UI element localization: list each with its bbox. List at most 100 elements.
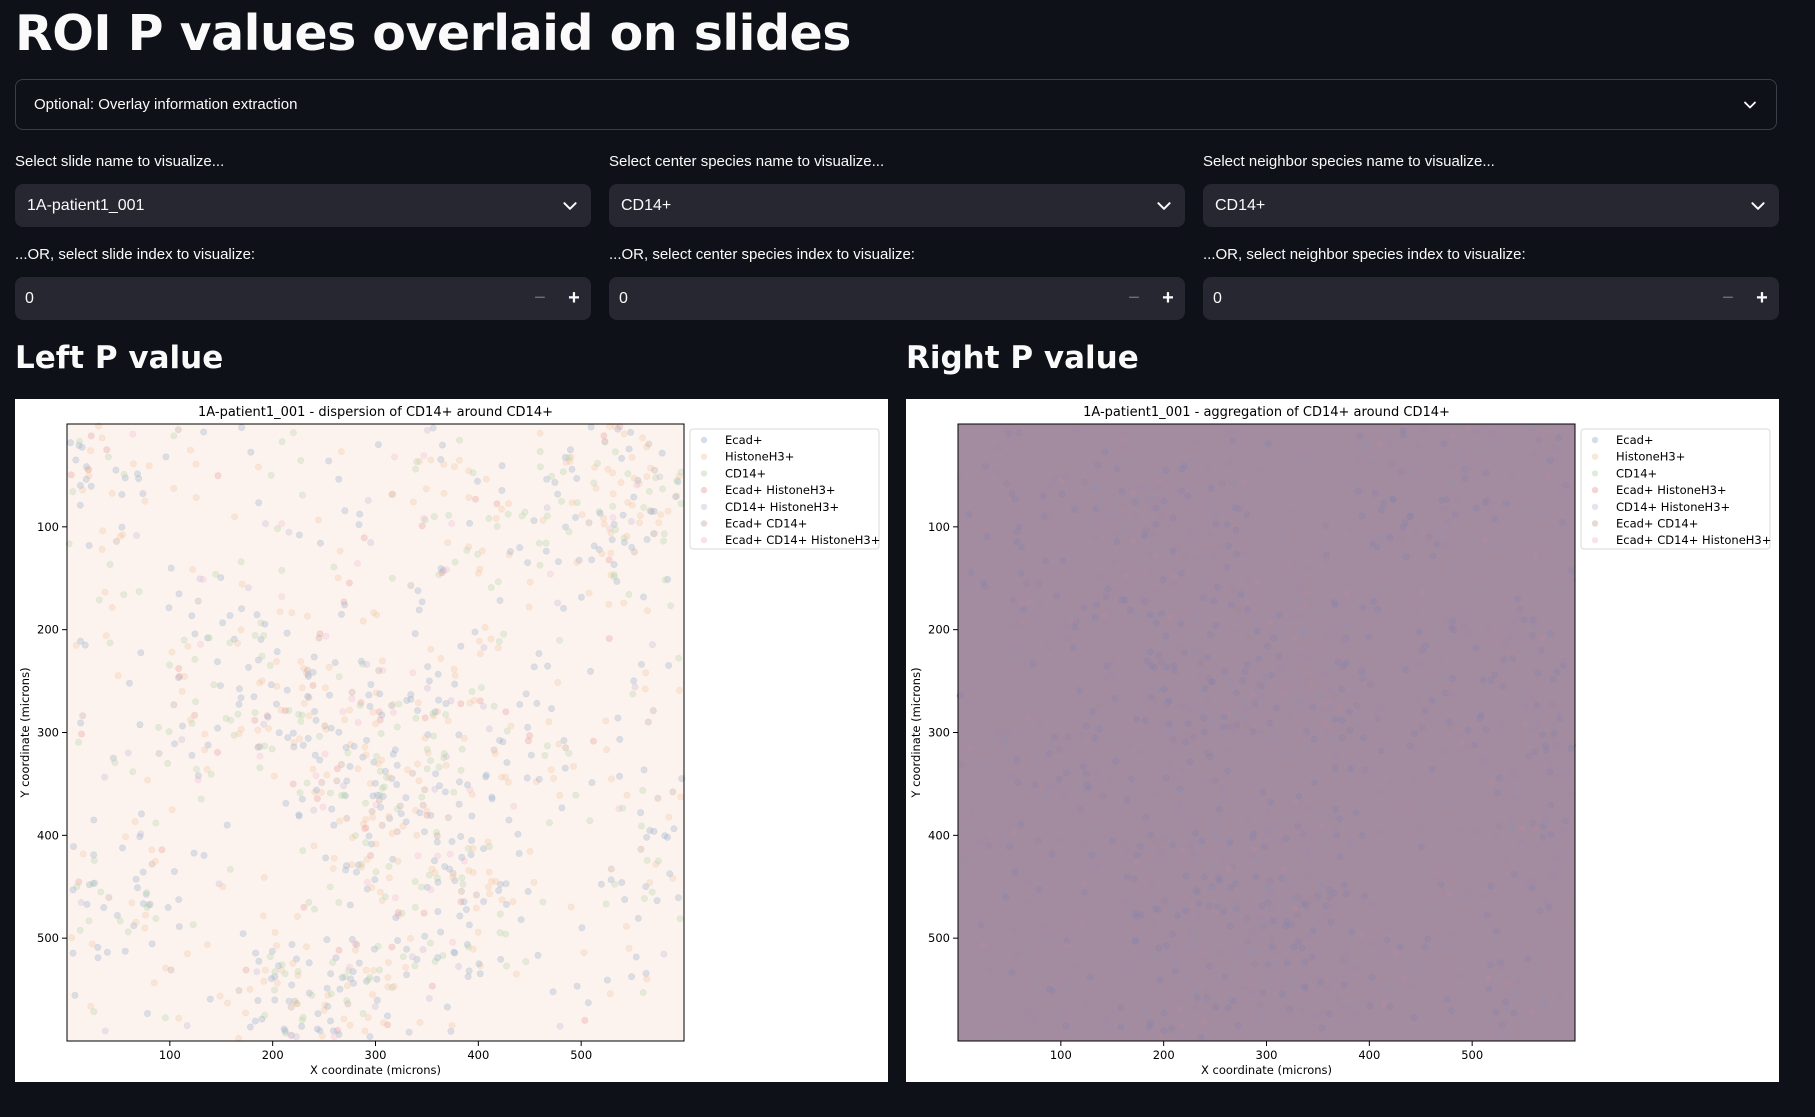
neighbor-index-decrement-button[interactable]: −	[1711, 277, 1745, 320]
scatter-point	[1178, 487, 1186, 495]
scatter-point	[1338, 716, 1346, 724]
scatter-point	[170, 868, 178, 876]
scatter-point	[640, 593, 648, 601]
legend-marker	[700, 537, 708, 544]
scatter-point	[1546, 768, 1554, 776]
scatter-point	[664, 507, 672, 515]
scatter-point	[1004, 430, 1012, 438]
scatter-point	[1493, 441, 1501, 449]
scatter-point	[1009, 731, 1017, 739]
scatter-point	[85, 881, 93, 889]
scatter-point	[1309, 927, 1317, 935]
scatter-point	[296, 735, 304, 743]
slide-select[interactable]: 1A-patient1_001	[15, 184, 591, 227]
slide-index-decrement-button[interactable]: −	[523, 277, 557, 320]
neighbor-species-select[interactable]: CD14+	[1203, 184, 1779, 227]
scatter-point	[624, 498, 632, 506]
scatter-point	[284, 734, 292, 742]
x-tick-label: 500	[1461, 1048, 1483, 1062]
scatter-point	[658, 449, 666, 457]
scatter-point	[1129, 537, 1137, 545]
scatter-point	[1275, 652, 1283, 660]
scatter-point	[1064, 635, 1072, 643]
scatter-point	[530, 517, 538, 525]
scatter-point	[235, 986, 243, 994]
scatter-point	[1244, 938, 1252, 946]
scatter-point	[643, 856, 651, 864]
scatter-point	[1305, 655, 1313, 663]
scatter-point	[1071, 425, 1079, 433]
scatter-point	[189, 921, 197, 929]
scatter-point	[1325, 886, 1333, 894]
center-index-input[interactable]: 0 − +	[609, 277, 1185, 320]
scatter-point	[573, 558, 581, 566]
scatter-point	[114, 672, 122, 680]
scatter-point	[168, 806, 176, 814]
scatter-point	[253, 968, 261, 976]
scatter-point	[180, 636, 188, 644]
scatter-point	[437, 564, 445, 572]
scatter-point	[1062, 1022, 1070, 1030]
scatter-point	[1543, 820, 1551, 828]
center-index-decrement-button[interactable]: −	[1117, 277, 1151, 320]
x-tick-label: 100	[159, 1048, 181, 1062]
scatter-point	[1484, 975, 1492, 983]
scatter-point	[556, 791, 564, 799]
scatter-point	[1264, 899, 1272, 907]
scatter-point	[260, 720, 268, 728]
x-tick-label: 300	[1256, 1048, 1278, 1062]
neighbor-index-input[interactable]: 0 − +	[1203, 277, 1779, 320]
scatter-point	[525, 603, 533, 611]
scatter-point	[492, 515, 500, 523]
scatter-point	[1335, 995, 1343, 1003]
scatter-point	[1417, 825, 1425, 833]
scatter-point	[315, 634, 323, 642]
scatter-point	[458, 874, 466, 882]
scatter-point	[1211, 826, 1219, 834]
slide-index-input[interactable]: 0 − +	[15, 277, 591, 320]
center-index-value[interactable]: 0	[609, 290, 1117, 308]
chart-title: 1A-patient1_001 - dispersion of CD14+ ar…	[198, 405, 553, 420]
scatter-point	[1187, 707, 1195, 715]
scatter-point	[987, 862, 995, 870]
scatter-point	[304, 692, 312, 700]
center-species-select[interactable]: CD14+	[609, 184, 1185, 227]
neighbor-index-value[interactable]: 0	[1203, 290, 1711, 308]
scatter-point	[1203, 541, 1211, 549]
neighbor-index-increment-button[interactable]: +	[1745, 277, 1779, 320]
scatter-point	[985, 842, 993, 850]
center-index-increment-button[interactable]: +	[1151, 277, 1185, 320]
scatter-point	[411, 878, 419, 886]
scatter-point	[1424, 682, 1432, 690]
slide-index-increment-button[interactable]: +	[557, 277, 591, 320]
scatter-point	[1269, 634, 1277, 642]
scatter-point	[1000, 741, 1008, 749]
x-axis-label: X coordinate (microns)	[310, 1063, 441, 1077]
scatter-point	[1387, 925, 1395, 933]
scatter-point	[1156, 976, 1164, 984]
scatter-point	[268, 745, 276, 753]
scatter-point	[1541, 742, 1549, 750]
scatter-point	[170, 701, 178, 709]
scatter-point	[1411, 729, 1419, 737]
scatter-point	[1199, 949, 1207, 957]
scatter-point	[421, 714, 429, 722]
scatter-point	[1225, 542, 1233, 550]
scatter-point	[317, 789, 325, 797]
scatter-point	[1261, 673, 1269, 681]
scatter-point	[1414, 695, 1422, 703]
scatter-point	[167, 966, 175, 974]
scatter-point	[150, 979, 158, 987]
overlay-extraction-expander[interactable]: Optional: Overlay information extraction	[15, 79, 1777, 130]
scatter-point	[1514, 613, 1522, 621]
scatter-point	[1244, 723, 1252, 731]
scatter-point	[1025, 897, 1033, 905]
scatter-point	[578, 924, 586, 932]
scatter-point	[1166, 902, 1174, 910]
scatter-point	[67, 471, 75, 479]
scatter-point	[1213, 834, 1221, 842]
slide-index-value[interactable]: 0	[15, 290, 523, 308]
scatter-point	[1181, 972, 1189, 980]
scatter-point	[1012, 646, 1020, 654]
scatter-point	[260, 873, 268, 881]
